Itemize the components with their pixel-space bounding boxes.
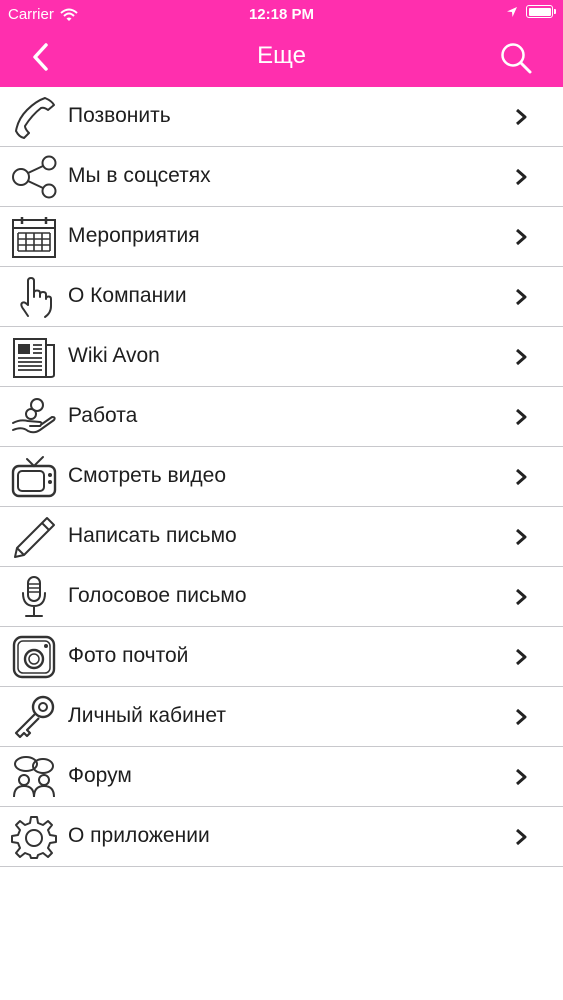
microphone-icon <box>22 576 46 617</box>
location-arrow-icon <box>507 6 517 17</box>
menu-item-label: Личный кабинет <box>68 704 226 727</box>
hand-coins-icon <box>12 398 56 434</box>
menu-item-photo-mail[interactable]: Фото почтой <box>0 627 563 687</box>
menu-item-label: Мероприятия <box>68 224 200 247</box>
newspaper-icon <box>13 338 55 378</box>
menu-item-events[interactable]: Мероприятия <box>0 207 563 267</box>
chevron-right-icon <box>516 468 527 486</box>
chevron-right-icon <box>516 528 527 546</box>
menu-item-voice-letter[interactable]: Голосовое письмо <box>0 567 563 627</box>
chevron-right-icon <box>516 648 527 666</box>
pointing-hand-icon <box>20 277 52 318</box>
chevron-right-icon <box>516 288 527 306</box>
status-right <box>506 5 556 18</box>
chevron-right-icon <box>516 768 527 786</box>
menu-list: Позвонить Мы в соцсетях Мероприятия О Ко… <box>0 87 563 867</box>
pencil-icon <box>14 517 55 558</box>
chevron-right-icon <box>516 588 527 606</box>
chevron-right-icon <box>516 168 527 186</box>
menu-item-wiki[interactable]: Wiki Avon <box>0 327 563 387</box>
status-time: 12:18 PM <box>248 6 315 23</box>
menu-item-company[interactable]: О Компании <box>0 267 563 327</box>
chevron-right-icon <box>516 228 527 246</box>
menu-item-label: Позвонить <box>68 104 171 127</box>
gear-icon <box>11 816 57 859</box>
share-icon <box>12 155 57 199</box>
menu-item-label: Wiki Avon <box>68 344 160 367</box>
phone-icon <box>15 97 55 139</box>
page-title: Еще <box>257 42 306 69</box>
menu-item-label: Форум <box>68 764 132 787</box>
chevron-right-icon <box>516 828 527 846</box>
menu-item-label: Работа <box>68 404 138 427</box>
menu-item-label: Написать письмо <box>68 524 237 547</box>
menu-item-call[interactable]: Позвонить <box>0 87 563 147</box>
battery-icon <box>526 5 556 18</box>
menu-item-label: Мы в соцсетях <box>68 164 211 187</box>
chevron-right-icon <box>516 708 527 726</box>
forum-people-icon <box>13 756 55 798</box>
menu-item-social[interactable]: Мы в соцсетях <box>0 147 563 207</box>
menu-item-label: О Компании <box>68 284 187 307</box>
status-bar: Carrier 12:18 PM <box>0 0 563 28</box>
menu-item-account[interactable]: Личный кабинет <box>0 687 563 747</box>
camera-icon <box>12 635 56 679</box>
menu-item-label: Смотреть видео <box>68 464 226 487</box>
menu-item-label: Фото почтой <box>68 644 189 667</box>
menu-item-job[interactable]: Работа <box>0 387 563 447</box>
chevron-right-icon <box>516 408 527 426</box>
menu-item-write-letter[interactable]: Написать письмо <box>0 507 563 567</box>
menu-item-video[interactable]: Смотреть видео <box>0 447 563 507</box>
search-icon[interactable] <box>499 41 533 75</box>
calendar-icon <box>12 217 56 258</box>
header: Carrier 12:18 PM Еще <box>0 0 563 87</box>
menu-item-forum[interactable]: Форум <box>0 747 563 807</box>
menu-item-label: Голосовое письмо <box>68 584 247 607</box>
menu-item-label: О приложении <box>68 824 210 847</box>
menu-item-about-app[interactable]: О приложении <box>0 807 563 867</box>
chevron-right-icon <box>516 108 527 126</box>
key-icon <box>14 695 55 739</box>
chevron-right-icon <box>516 348 527 366</box>
tv-icon <box>11 456 57 498</box>
nav-bar: Еще <box>0 28 563 87</box>
